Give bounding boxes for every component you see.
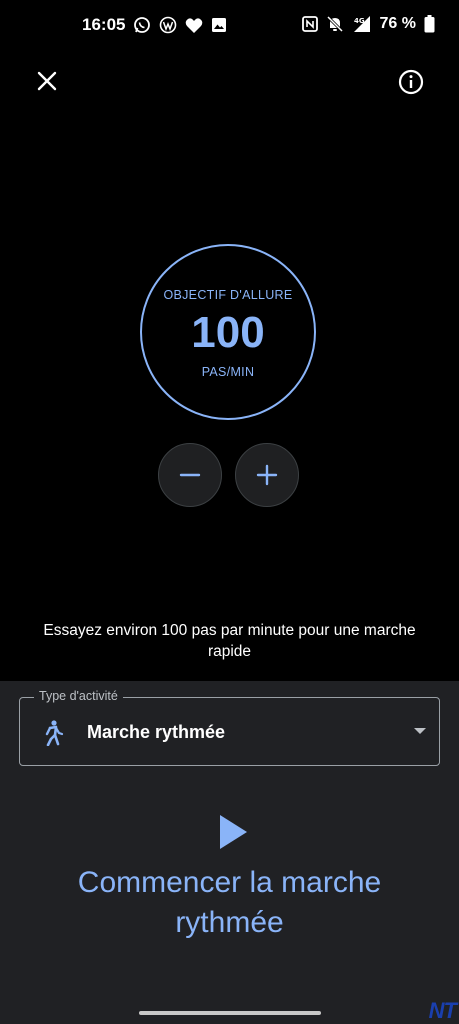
- status-time: 16:05: [82, 15, 126, 34]
- notification-icons: [133, 16, 227, 34]
- pace-target-display: OBJECTIF D'ALLURE 100 PAS/MIN: [140, 244, 316, 420]
- home-indicator[interactable]: [139, 1011, 321, 1015]
- pace-target-value: 100: [191, 308, 265, 357]
- info-icon: [398, 69, 424, 95]
- pace-hint-text: Essayez environ 100 pas par minute pour …: [43, 622, 416, 660]
- increase-pace-button[interactable]: [235, 443, 299, 507]
- image-icon: [211, 17, 227, 33]
- close-button[interactable]: [28, 62, 66, 100]
- close-icon: [37, 71, 57, 91]
- silent-bell-icon: [326, 15, 344, 33]
- svg-text:4G: 4G: [354, 17, 365, 25]
- start-walk-label: Commencer la marche rythmée: [77, 866, 382, 939]
- activity-type-value: Marche rythmée: [87, 722, 226, 742]
- activity-type-label: Type d'activité: [34, 689, 123, 703]
- minus-icon: [179, 473, 201, 477]
- activity-type-dropdown[interactable]: Type d'activité Marche rythmée: [19, 689, 440, 766]
- bottom-panel: Type d'activité Marche rythmée Commencer…: [0, 681, 459, 1024]
- system-icons: 4G 76 %: [301, 15, 435, 33]
- battery-icon: [424, 15, 435, 33]
- pace-target-label: OBJECTIF D'ALLURE: [163, 288, 293, 302]
- whatsapp-icon: [133, 16, 151, 34]
- status-bar: 16:05 4G 76 %: [0, 0, 459, 52]
- nfc-icon: [301, 16, 318, 32]
- watermark-logo: NT: [428, 998, 457, 1023]
- pace-target-unit: PAS/MIN: [201, 365, 255, 379]
- plus-icon: [256, 464, 278, 486]
- chevron-down-icon: [414, 728, 426, 734]
- play-icon: [220, 815, 247, 849]
- walking-icon: [42, 720, 64, 747]
- start-walk-button[interactable]: Commencer la marche rythmée: [0, 811, 459, 946]
- battery-percentage: 76 %: [379, 15, 416, 32]
- wordpress-icon: [159, 16, 177, 34]
- signal-4g-icon: 4G: [352, 15, 372, 33]
- info-button[interactable]: [391, 62, 431, 102]
- decrease-pace-button[interactable]: [158, 443, 222, 507]
- heart-icon: [185, 17, 203, 34]
